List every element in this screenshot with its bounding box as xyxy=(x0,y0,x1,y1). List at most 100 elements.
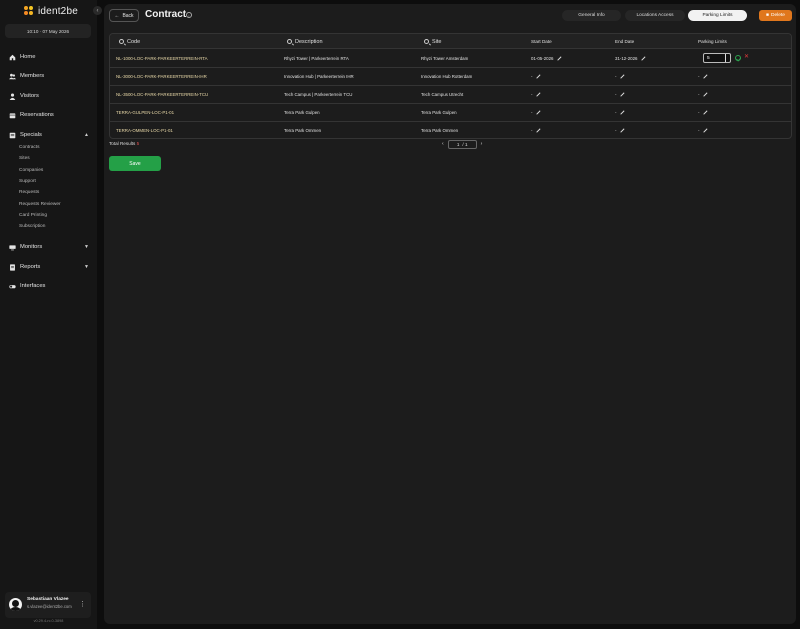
pencil-icon[interactable] xyxy=(702,128,707,133)
trash-icon: ■ xyxy=(766,13,770,18)
pencil-icon[interactable] xyxy=(702,92,707,97)
back-button-label: Back xyxy=(122,12,134,19)
page-input[interactable]: 1 / 1 xyxy=(447,139,477,149)
cell-code: NL-3000-LOC-PARK-PARKEERTERREIN-IHR xyxy=(116,74,207,79)
cell-end-date: 31-12-2026 xyxy=(615,50,645,67)
search-icon xyxy=(287,39,292,44)
pencil-icon[interactable] xyxy=(556,56,561,61)
sidebar-subitem-contracts[interactable]: Contracts xyxy=(19,144,40,152)
chevron-left-icon: ‹ xyxy=(96,7,99,14)
sidebar-subitem-card-printing[interactable]: Card Printing xyxy=(19,212,47,220)
table-row: TERRA-OMMEN-LOC-P1-01 Terra Park Ommen T… xyxy=(110,122,791,138)
pencil-icon[interactable] xyxy=(702,110,707,115)
cell-site: Rhyzi Tower Amsterdam xyxy=(421,56,469,61)
cell-parking-limit: - xyxy=(698,122,707,138)
pencil-icon[interactable] xyxy=(640,56,645,61)
sidebar-item-label: Visitors xyxy=(20,93,39,99)
sidebar-subitem-sites[interactable]: Sites xyxy=(19,155,30,163)
sidebar-item-interfaces[interactable]: Interfaces xyxy=(9,281,89,291)
total-results: Total Results 5 xyxy=(109,141,140,146)
info-icon[interactable]: i xyxy=(186,12,192,18)
user-email: s.vlazee@ident2be.com xyxy=(27,604,72,609)
column-header-parking-limits[interactable]: Parking Limits xyxy=(698,34,727,49)
column-header-end-date[interactable]: End Date xyxy=(615,34,634,49)
pencil-icon[interactable] xyxy=(619,92,624,97)
main-panel: ← Back Contract i General Info Locations… xyxy=(104,4,796,624)
tab-parking-limits[interactable]: Parking Limits xyxy=(688,10,747,21)
total-results-count: 5 xyxy=(136,141,140,146)
chevron-left-icon[interactable]: ‹ xyxy=(442,141,444,147)
sidebar-item-monitors[interactable]: Monitors ▼ xyxy=(9,242,89,252)
cell-end-date: - xyxy=(615,86,624,103)
table-row: NL-3500-LOC-PARK-PARKEERTERREIN-TCU Tech… xyxy=(110,86,791,104)
search-icon xyxy=(424,39,429,44)
sidebar-subitem-companies[interactable]: Companies xyxy=(19,167,43,175)
cell-site: Tech Campus Utrecht xyxy=(421,92,464,97)
avatar xyxy=(9,598,22,611)
cell-site: Terra Park Ommen xyxy=(421,128,459,133)
chevron-right-icon[interactable]: › xyxy=(481,141,483,147)
sidebar-item-label: Members xyxy=(20,73,45,79)
chevron-down-icon: ▼ xyxy=(84,264,89,270)
cell-site: Innovation Hub Rotterdam xyxy=(421,74,473,79)
cell-code: NL-1000-LOC-PARK-PARKEERTERREIN-RTA xyxy=(116,56,208,61)
cell-start-date: - xyxy=(531,68,540,85)
tab-general-info[interactable]: General Info xyxy=(562,10,621,21)
pencil-icon[interactable] xyxy=(619,74,624,79)
app-version: v0.29.4-rc.0-3898 xyxy=(33,619,64,623)
column-header-start-date[interactable]: Start Date xyxy=(531,34,552,49)
column-header-code[interactable]: Code xyxy=(119,34,140,49)
parking-limits-table: Code Description Site Start Date End Dat… xyxy=(109,33,792,139)
sidebar-subitem-support[interactable]: Support xyxy=(19,178,36,186)
column-header-description[interactable]: Description xyxy=(287,34,323,49)
text-cursor-icon xyxy=(725,54,727,62)
cancel-x-icon[interactable]: ✕ xyxy=(744,53,749,60)
sidebar-item-members[interactable]: Members xyxy=(9,71,89,81)
pencil-icon[interactable] xyxy=(702,74,707,79)
sidebar-item-reports[interactable]: Reports ▼ xyxy=(9,262,89,272)
logo: ident2be xyxy=(24,5,78,17)
user-card[interactable]: Sebastiaan Vlazee s.vlazee@ident2be.com … xyxy=(5,592,91,618)
collapse-sidebar-button[interactable]: ‹ xyxy=(93,6,102,15)
cell-description: Innovation Hub | Parkeerterrein IHR xyxy=(284,74,354,79)
report-icon xyxy=(10,263,15,271)
toggle-icon xyxy=(9,284,16,288)
page-title: Contract xyxy=(145,9,187,20)
more-vertical-icon[interactable]: ⋮ xyxy=(79,600,86,608)
cell-start-date: - xyxy=(531,104,540,121)
chevron-down-icon: ▼ xyxy=(84,244,89,250)
sidebar-subitem-subscription[interactable]: Subscription xyxy=(19,223,45,231)
confirm-check-icon[interactable] xyxy=(735,55,741,61)
pencil-icon[interactable] xyxy=(619,128,624,133)
sidebar-item-specials[interactable]: Specials ▲ xyxy=(9,130,89,140)
column-header-site[interactable]: Site xyxy=(424,34,441,49)
sidebar-item-label: Reservations xyxy=(20,112,54,118)
pencil-icon[interactable] xyxy=(535,110,540,115)
table-row: NL-1000-LOC-PARK-PARKEERTERREIN-RTA Rhyz… xyxy=(110,50,791,68)
pencil-icon[interactable] xyxy=(535,74,540,79)
sidebar-subitem-requests[interactable]: Requests xyxy=(19,189,39,197)
save-button[interactable]: Save xyxy=(109,156,161,171)
cell-start-date: - xyxy=(531,122,540,138)
delete-button[interactable]: ■ Delete xyxy=(759,10,792,21)
pencil-icon[interactable] xyxy=(619,110,624,115)
search-icon xyxy=(119,39,124,44)
cell-end-date: - xyxy=(615,104,624,121)
pencil-icon[interactable] xyxy=(535,92,540,97)
logo-text: ident2be xyxy=(38,5,78,17)
cell-description: Rhyzi Tower | Parkeerterrein RTA xyxy=(284,56,349,61)
pencil-icon[interactable] xyxy=(535,128,540,133)
pagination: ‹ 1 / 1 › xyxy=(442,139,482,149)
chevron-up-icon: ▲ xyxy=(84,132,89,138)
sidebar-item-reservations[interactable]: Reservations xyxy=(9,110,89,120)
sidebar-item-home[interactable]: Home xyxy=(9,52,89,62)
cell-description: Terra Park Ommen xyxy=(284,128,322,133)
sidebar-subitem-requests-reviewer[interactable]: Requests Reviewer xyxy=(19,201,61,209)
users-icon xyxy=(9,73,16,79)
cell-code: TERRA-GULPEN-LOC-P1-01 xyxy=(116,110,175,115)
user-name: Sebastiaan Vlazee xyxy=(27,597,69,602)
tab-locations-access[interactable]: Locations Access xyxy=(625,10,685,21)
cell-code: TERRA-OMMEN-LOC-P1-01 xyxy=(116,128,173,133)
sidebar-item-visitors[interactable]: Visitors xyxy=(9,91,89,101)
back-button[interactable]: ← Back xyxy=(109,9,139,22)
